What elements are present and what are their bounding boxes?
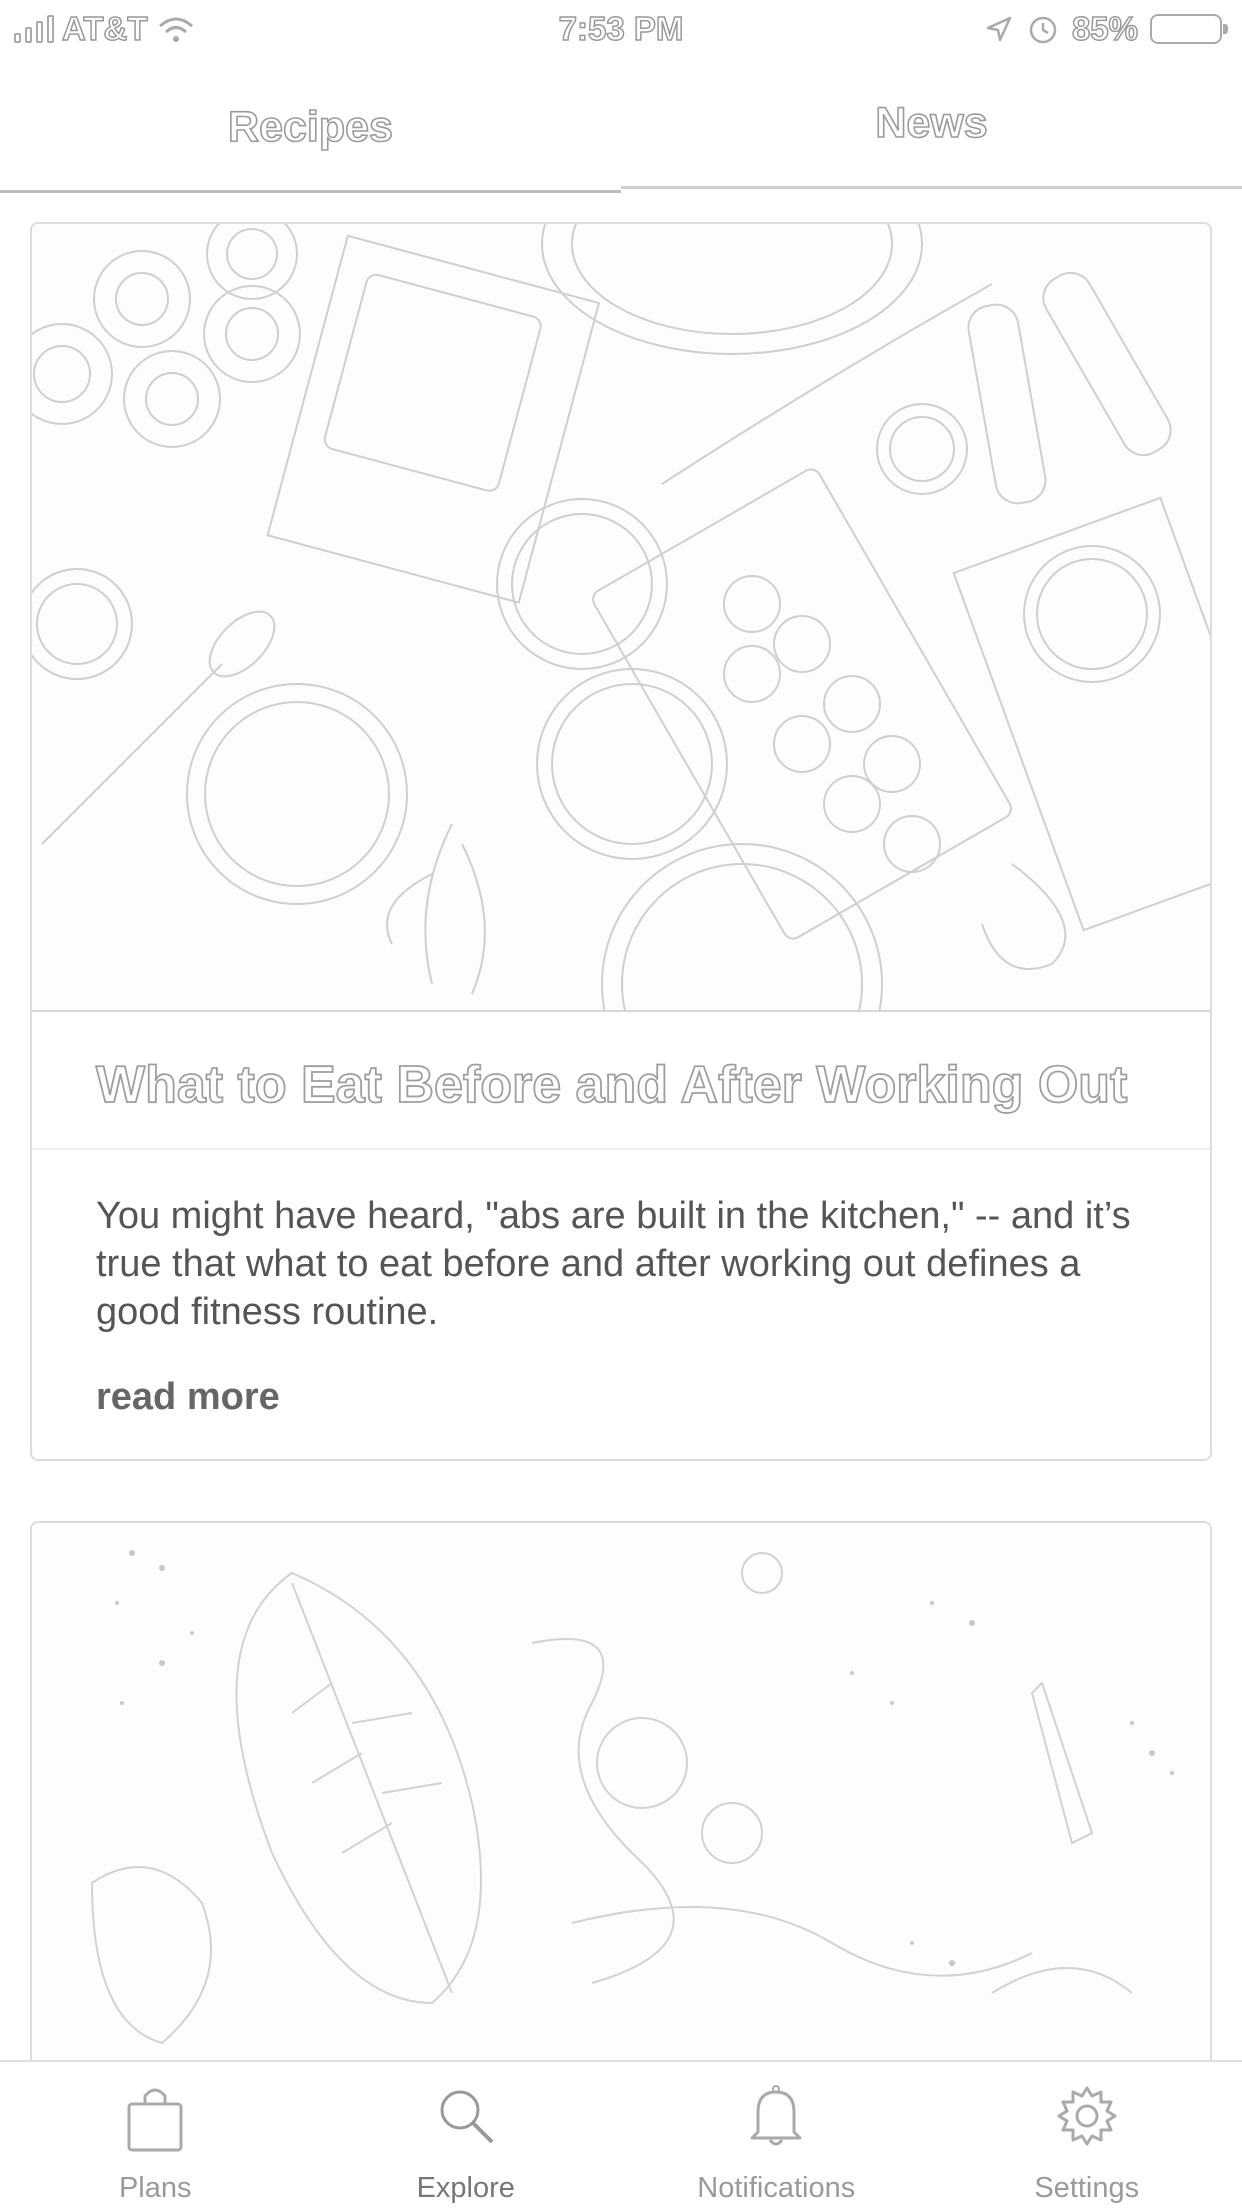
greens-flatlay-illustration — [32, 1523, 1210, 2083]
status-right: 85% — [984, 10, 1222, 48]
bottom-nav: Plans Explore Notifications Settings — [0, 2060, 1242, 2210]
nav-label-explore: Explore — [311, 2172, 622, 2205]
article-title[interactable]: What to Eat Before and After Working Out — [32, 1012, 1210, 1150]
tab-news[interactable]: News — [621, 76, 1242, 189]
nav-label-settings: Settings — [932, 2172, 1242, 2205]
article-excerpt: You might have heard, "abs are built in … — [32, 1150, 1210, 1336]
location-arrow-icon — [984, 14, 1014, 44]
battery-percent: 85% — [1072, 10, 1138, 48]
article-card[interactable] — [30, 1521, 1212, 2085]
food-flatlay-illustration — [32, 224, 1210, 1010]
status-bar: AT&T 7:53 PM 85% — [0, 0, 1242, 62]
article-image — [32, 224, 1210, 1012]
time-label: 7:53 PM — [559, 10, 684, 47]
nav-notifications[interactable]: Notifications — [621, 2062, 932, 2210]
search-icon — [434, 2084, 498, 2148]
nav-label-plans: Plans — [0, 2172, 311, 2205]
shopping-bag-icon — [125, 2084, 185, 2154]
bell-icon — [746, 2084, 806, 2148]
nav-explore[interactable]: Explore — [311, 2062, 622, 2210]
read-more-link[interactable]: read more — [32, 1336, 1210, 1459]
article-card[interactable]: What to Eat Before and After Working Out… — [30, 222, 1212, 1461]
nav-settings[interactable]: Settings — [932, 2062, 1242, 2210]
alarm-icon — [1026, 12, 1060, 46]
tab-recipes[interactable]: Recipes — [0, 80, 621, 193]
news-feed: What to Eat Before and After Working Out… — [30, 222, 1212, 2145]
gear-icon — [1055, 2084, 1119, 2148]
article-image — [32, 1523, 1210, 2083]
top-tabs: Recipes News — [0, 80, 1242, 190]
nav-label-notifications: Notifications — [621, 2172, 932, 2205]
nav-plans[interactable]: Plans — [0, 2062, 311, 2210]
battery-icon — [1150, 14, 1222, 44]
